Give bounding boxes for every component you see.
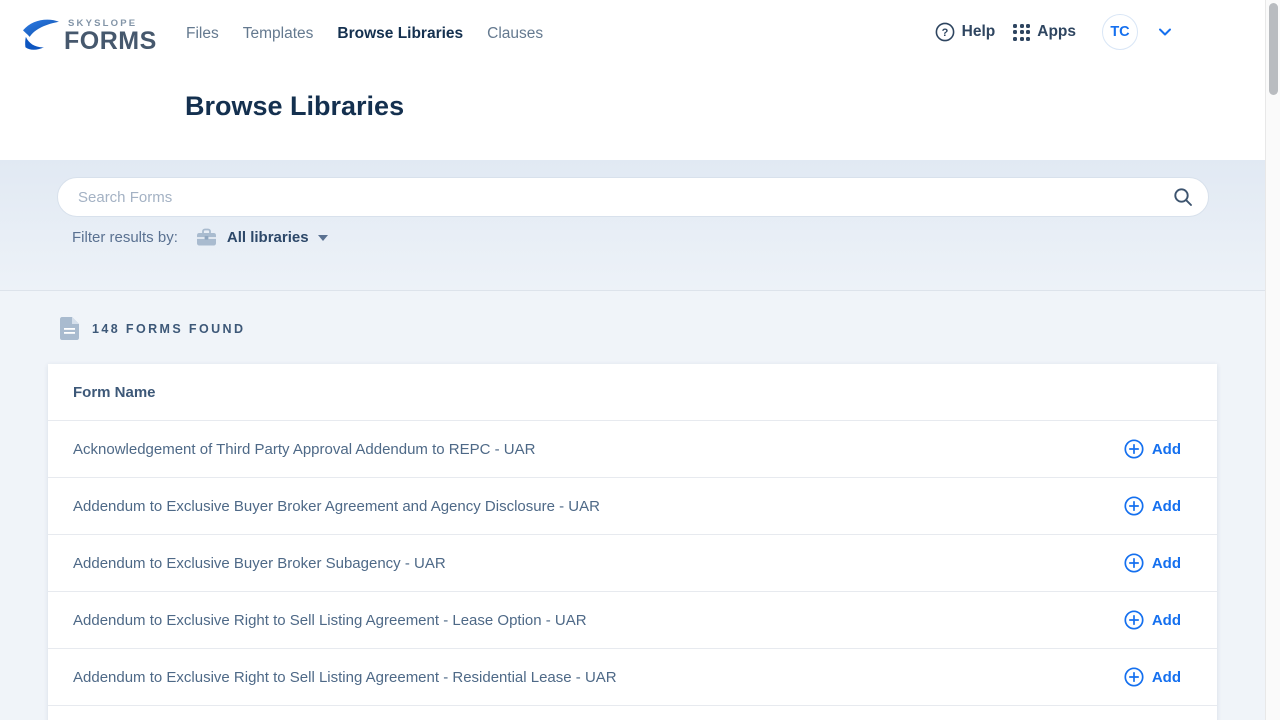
form-name: Addendum to Exclusive Right to Sell List… xyxy=(73,612,587,629)
app-header: SKYSLOPE FORMS Files Templates Browse Li… xyxy=(0,0,1280,160)
search-form xyxy=(57,177,1209,217)
user-avatar[interactable]: TC xyxy=(1102,14,1138,50)
add-circle-plus-icon xyxy=(1124,439,1144,459)
form-name: Addendum to Exclusive Right to Sell List… xyxy=(73,669,617,686)
header-actions: ? Help Apps TC xyxy=(935,14,1172,50)
add-form-button[interactable]: Add xyxy=(1124,610,1181,630)
page-title: Browse Libraries xyxy=(185,91,404,122)
scrollbar-thumb[interactable] xyxy=(1269,3,1278,95)
add-circle-plus-icon xyxy=(1124,610,1144,630)
apps-button[interactable]: Apps xyxy=(1013,23,1076,41)
search-section: Filter results by: All libraries xyxy=(0,160,1280,291)
vertical-scrollbar[interactable] xyxy=(1265,0,1280,720)
form-name: Addendum to Exclusive Buyer Broker Agree… xyxy=(73,498,600,515)
logo-forms-label: FORMS xyxy=(64,29,157,54)
table-row: Acknowledgement of Third Party Approval … xyxy=(48,421,1217,478)
add-circle-plus-icon xyxy=(1124,553,1144,573)
nav-clauses[interactable]: Clauses xyxy=(487,25,543,43)
table-rows-container: Acknowledgement of Third Party Approval … xyxy=(48,421,1217,706)
nav-files[interactable]: Files xyxy=(186,25,219,43)
nav-browse-libraries[interactable]: Browse Libraries xyxy=(337,25,463,43)
add-form-button[interactable]: Add xyxy=(1124,496,1181,516)
add-label: Add xyxy=(1152,612,1181,629)
search-icon[interactable] xyxy=(1172,186,1194,213)
filter-row: Filter results by: All libraries xyxy=(72,228,328,247)
table-row: Addendum to Exclusive Right to Sell List… xyxy=(48,592,1217,649)
form-name: Addendum to Exclusive Buyer Broker Subag… xyxy=(73,555,446,572)
svg-text:?: ? xyxy=(941,27,948,39)
add-label: Add xyxy=(1152,441,1181,458)
filter-label: Filter results by: xyxy=(72,229,178,246)
table-row: Addendum to Exclusive Buyer Broker Agree… xyxy=(48,478,1217,535)
apps-label: Apps xyxy=(1037,23,1076,41)
document-icon xyxy=(60,317,79,340)
table-row: Addendum to Exclusive Buyer Broker Subag… xyxy=(48,535,1217,592)
add-label: Add xyxy=(1152,498,1181,515)
add-form-button[interactable]: Add xyxy=(1124,667,1181,687)
add-form-button[interactable]: Add xyxy=(1124,553,1181,573)
main-nav: Files Templates Browse Libraries Clauses xyxy=(186,25,543,43)
skyslope-swoosh-icon xyxy=(22,18,60,52)
help-question-icon: ? xyxy=(935,22,955,42)
add-label: Add xyxy=(1152,669,1181,686)
content-area: 148 FORMS FOUND Form Name Acknowledgemen… xyxy=(0,292,1280,720)
results-count-row: 148 FORMS FOUND xyxy=(60,317,245,340)
help-button[interactable]: ? Help xyxy=(935,22,996,42)
account-chevron-down-icon[interactable] xyxy=(1158,27,1172,37)
add-circle-plus-icon xyxy=(1124,496,1144,516)
form-name: Acknowledgement of Third Party Approval … xyxy=(73,441,535,458)
search-input[interactable] xyxy=(57,177,1209,217)
library-filter-dropdown[interactable]: All libraries xyxy=(227,229,309,246)
results-count-text: 148 FORMS FOUND xyxy=(92,322,245,336)
add-form-button[interactable]: Add xyxy=(1124,439,1181,459)
nav-templates[interactable]: Templates xyxy=(243,25,314,43)
add-label: Add xyxy=(1152,555,1181,572)
skyslope-forms-logo[interactable]: SKYSLOPE FORMS xyxy=(22,18,157,54)
topbar: SKYSLOPE FORMS Files Templates Browse Li… xyxy=(0,0,1280,68)
filter-caret-down-icon[interactable] xyxy=(318,235,328,241)
table-header-form-name: Form Name xyxy=(48,364,1217,421)
forms-table-card: Form Name Acknowledgement of Third Party… xyxy=(48,364,1217,720)
table-row: Addendum to Exclusive Right to Sell List… xyxy=(48,649,1217,706)
add-circle-plus-icon xyxy=(1124,667,1144,687)
briefcase-icon xyxy=(196,228,217,247)
help-label: Help xyxy=(962,23,996,41)
logo-text: SKYSLOPE FORMS xyxy=(64,19,157,55)
apps-grid-icon xyxy=(1013,24,1030,41)
